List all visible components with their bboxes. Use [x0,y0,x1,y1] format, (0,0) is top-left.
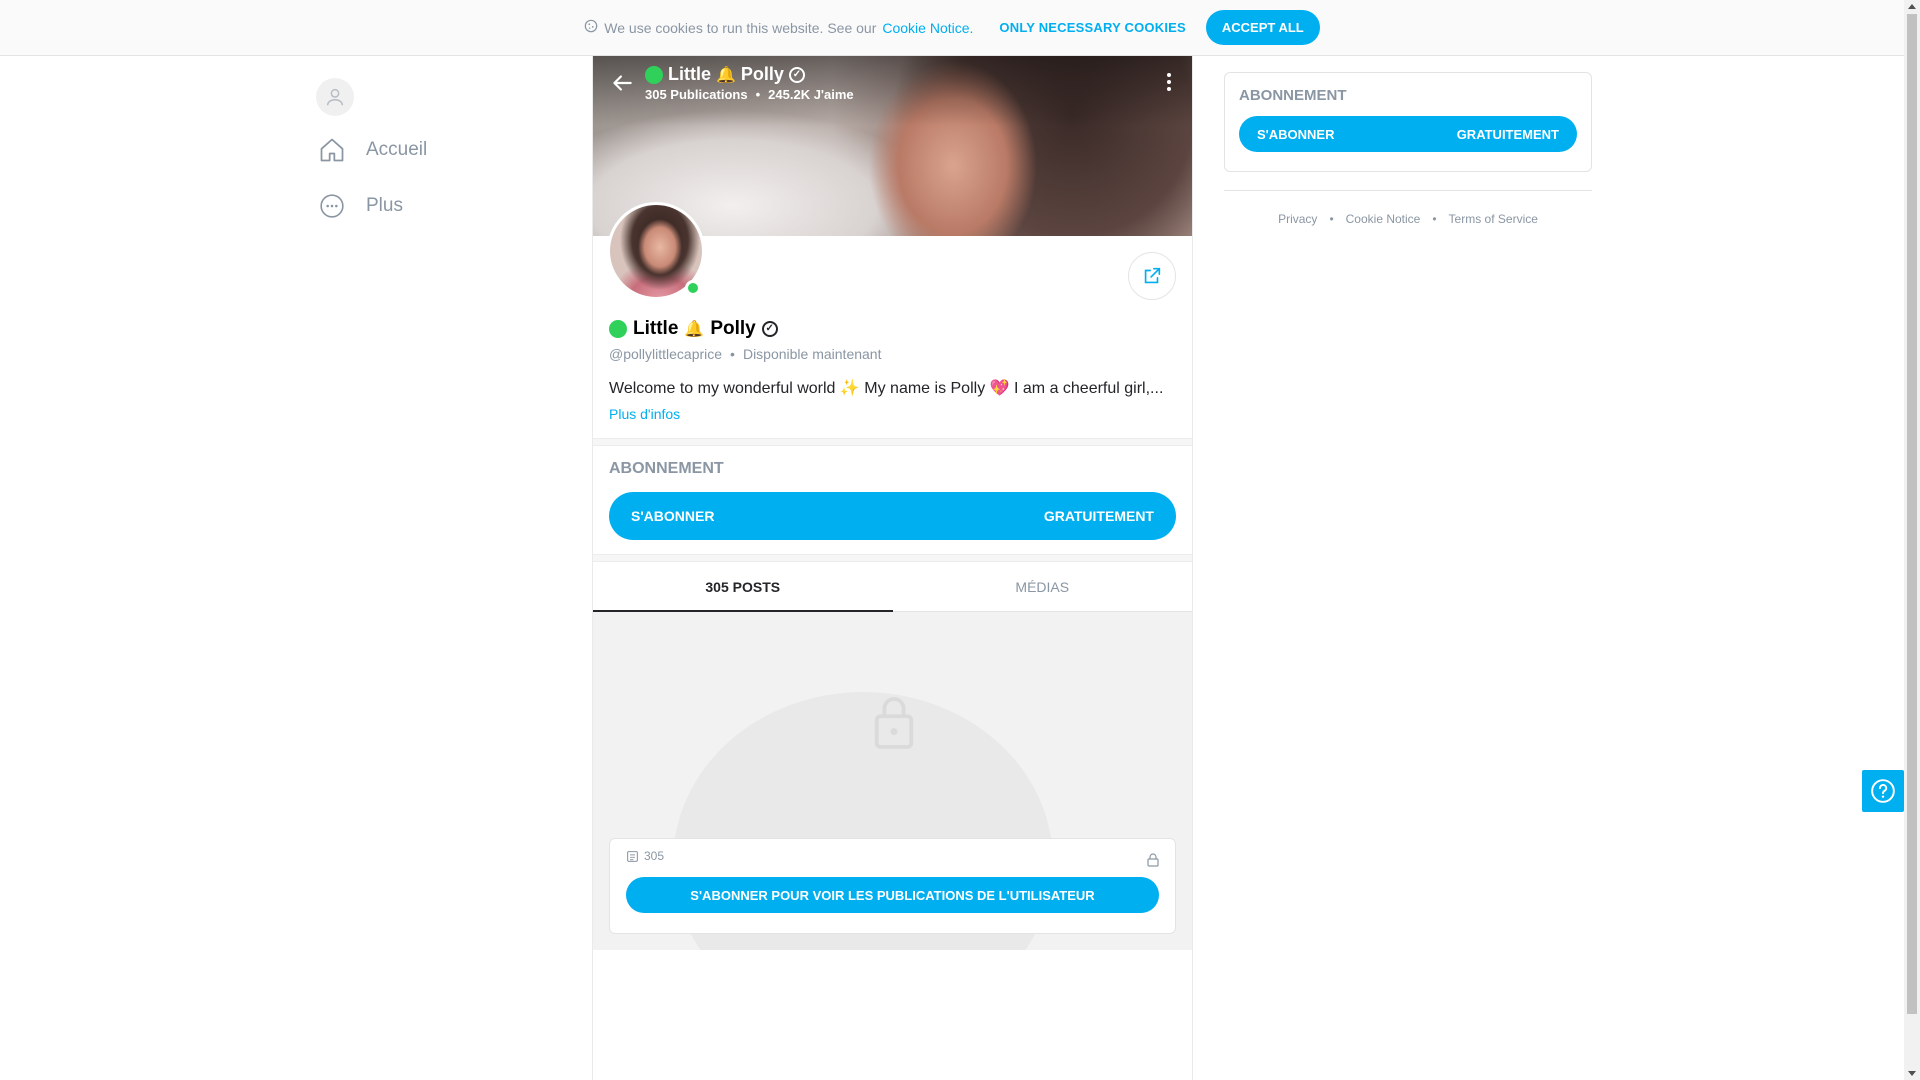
accept-all-button[interactable]: ACCEPT ALL [1205,10,1320,45]
cookie-icon [584,19,598,36]
cover-image: Little 🔔 Polly ✓ 305 Publications • 245.… [593,56,1192,236]
privacy-link[interactable]: Privacy [1278,212,1317,226]
subscribe-label: S'ABONNER [1257,126,1335,142]
nav-item-plus[interactable]: Plus [316,184,576,228]
content-tabs: 305 POSTS MÉDIAS [593,562,1192,612]
profile-bio: Welcome to my wonderful world ✨ My name … [609,380,1164,397]
only-necessary-cookies-button[interactable]: ONLY NECESSARY COOKIES [999,20,1185,35]
sidebar-divider [1224,190,1592,191]
profile-name-second: Polly [710,318,756,339]
separator-dot: • [1432,212,1437,226]
share-icon [1144,267,1161,284]
availability-status: Disponible maintenant [742,346,882,362]
footer-links: Privacy • Cookie Notice • Terms of Servi… [1224,212,1592,226]
lock-icon [874,697,914,749]
scroll-thumb[interactable] [1907,14,1917,1014]
post-icon [627,850,638,862]
bell-icon: 🔔 [716,66,736,84]
nav-item-accueil[interactable]: Accueil [316,128,576,172]
cover-header-info: Little 🔔 Polly ✓ 305 Publications • 245.… [645,64,854,102]
subscribe-button[interactable]: S'ABONNER GRATUITEMENT [609,492,1176,540]
more-icon [316,190,348,222]
lock-icon [1147,853,1159,872]
username: @pollylittlecaprice [609,346,723,362]
section-divider [593,554,1192,562]
back-arrow-icon[interactable] [609,70,637,98]
tab-posts[interactable]: 305 POSTS [593,562,893,612]
nav-item-label: Plus [366,195,403,216]
home-icon [316,134,348,166]
subscription-title: ABONNEMENT [609,460,724,477]
help-button[interactable] [1862,770,1904,812]
subscription-sidebar-card: ABONNEMENT S'ABONNER GRATUITEMENT [1224,72,1592,172]
profile-header: Little 🔔 Polly ✓ @pollylittlecaprice • D… [593,202,1192,424]
profile-name-first: Little [633,318,679,339]
verified-icon: ✓ [761,321,778,337]
share-button[interactable] [1128,252,1176,300]
user-icon [326,88,344,106]
subscribe-price: GRATUITEMENT [1456,126,1559,142]
likes-count: 245.2K J'aime [768,87,854,102]
verified-icon: ✓ [788,66,805,83]
scroll-down-arrow-icon[interactable] [1908,1071,1916,1076]
help-icon [1871,779,1895,803]
subscription-title: ABONNEMENT [1239,87,1347,104]
cookie-notice-link[interactable]: Cookie Notice. [882,20,973,36]
separator-dot: • [1329,212,1334,226]
posts-count: 305 [626,849,1159,863]
user-avatar[interactable] [316,78,354,116]
more-info-link[interactable]: Plus d'infos [609,406,680,422]
kebab-menu-icon[interactable] [1166,72,1174,94]
bell-icon: 🔔 [684,321,705,338]
separator-dot: • [755,87,761,102]
cookie-notice-footer-link[interactable]: Cookie Notice [1346,212,1421,226]
tab-medias[interactable]: MÉDIAS [893,562,1193,611]
locked-posts-area: 305 S'ABONNER POUR VOIR LES PUBLICATIONS… [593,612,1192,950]
section-divider [593,438,1192,446]
sidebar-subscribe-button[interactable]: S'ABONNER GRATUITEMENT [1239,116,1577,152]
subscribe-to-view-posts-button[interactable]: S'ABONNER POUR VOIR LES PUBLICATIONS DE … [626,877,1159,913]
online-dot-icon [609,320,627,338]
locked-posts-card: 305 S'ABONNER POUR VOIR LES PUBLICATIONS… [609,838,1176,934]
cover-stats: 305 Publications • 245.2K J'aime [645,87,854,102]
profile-meta: @pollylittlecaprice • Disponible mainten… [609,346,1176,362]
cookie-bar: We use cookies to run this website. See … [0,0,1904,56]
scroll-up-arrow-icon[interactable] [1908,4,1916,9]
online-status-dot [685,280,701,296]
cookie-notice-text: We use cookies to run this website. See … [584,19,973,36]
nav-item-label: Accueil [366,139,428,160]
posts-count-value: 305 [644,849,665,863]
subscription-section: ABONNEMENT S'ABONNER GRATUITEMENT [593,446,1192,554]
terms-of-service-link[interactable]: Terms of Service [1449,212,1538,226]
separator-dot: • [730,346,735,362]
cookie-text: We use cookies to run this website. See … [604,19,877,36]
profile-column: Little 🔔 Polly ✓ 305 Publications • 245.… [592,56,1193,1080]
subscribe-price: GRATUITEMENT [1043,508,1154,524]
left-nav: Accueil Plus [316,78,576,228]
cover-name-second: Polly [740,64,784,84]
page-scrollbar[interactable] [1904,0,1920,1080]
publications-count: 305 Publications [645,87,748,102]
subscribe-label: S'ABONNER [631,508,715,524]
cover-name-first: Little [668,64,711,84]
cover-name: Little 🔔 Polly ✓ [645,64,854,85]
online-dot-icon [645,65,663,84]
